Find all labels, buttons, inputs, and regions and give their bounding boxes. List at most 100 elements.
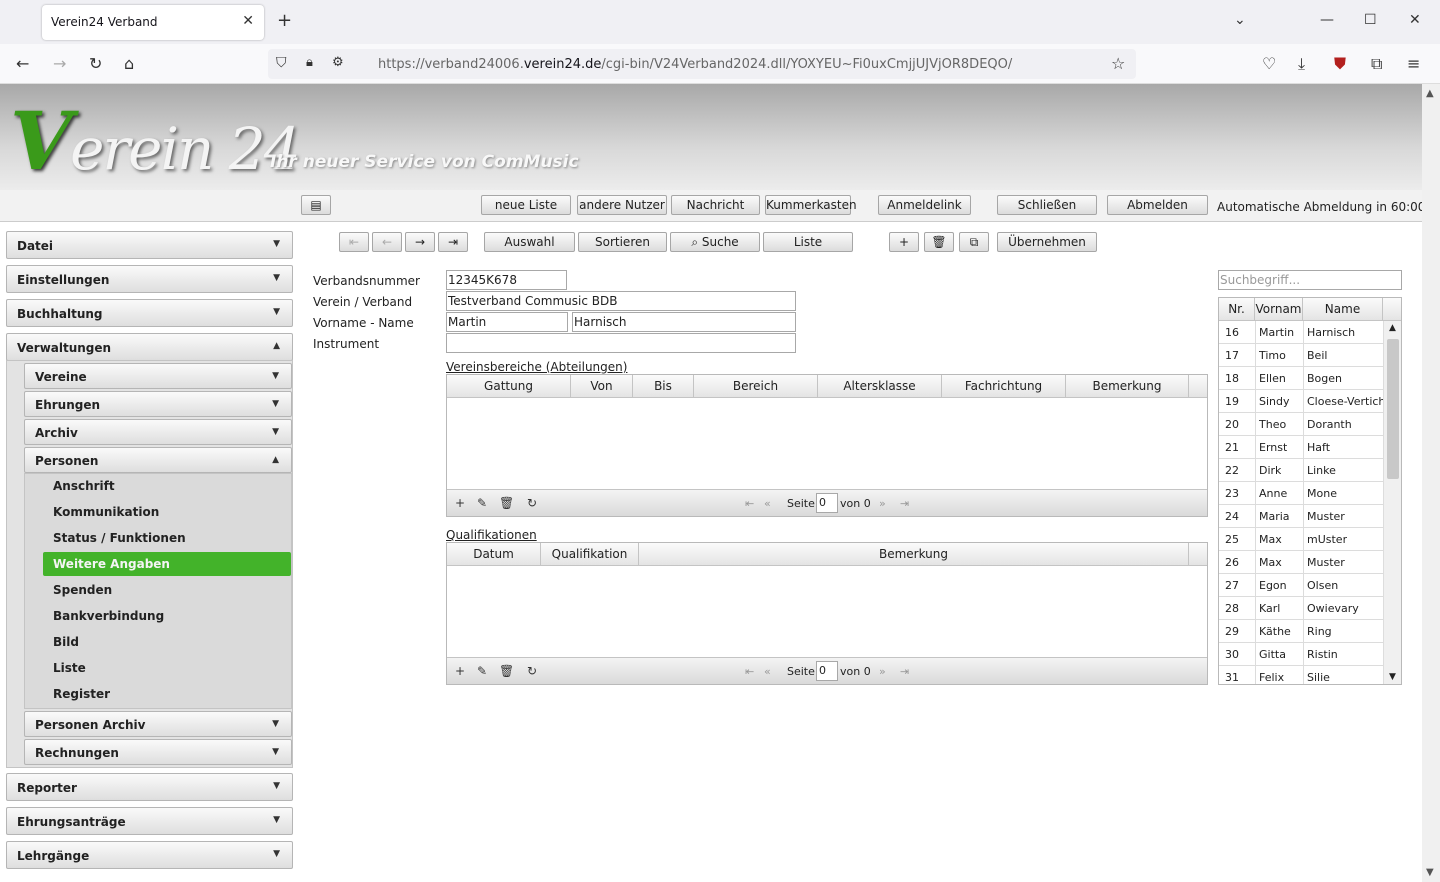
- menu-lehrgaenge[interactable]: Lehrgänge ▼: [6, 841, 293, 869]
- menu-ehrungen[interactable]: Ehrungen ▼: [24, 391, 292, 417]
- column-header[interactable]: Gattung: [447, 375, 571, 397]
- column-header[interactable]: Fachrichtung: [942, 375, 1066, 397]
- vereinsbereiche-title[interactable]: Vereinsbereiche (Abteilungen): [446, 360, 627, 374]
- first-page-icon[interactable]: ⇤: [745, 665, 754, 678]
- suche-button[interactable]: ⌕ Suche: [670, 232, 760, 252]
- menu-personen-archiv[interactable]: Personen Archiv ▼: [24, 711, 292, 737]
- browser-tab[interactable]: Verein24 Verband ✕: [42, 5, 264, 40]
- bookmark-star-icon[interactable]: ☆: [1111, 54, 1125, 73]
- neue-liste-button[interactable]: neue Liste: [481, 195, 571, 215]
- sidebar-item-kommunikation[interactable]: Kommunikation: [53, 505, 159, 519]
- new-tab-icon[interactable]: +: [277, 10, 292, 31]
- table-row[interactable]: 22 Dirk Linke: [1219, 459, 1383, 482]
- sidebar-item-status-funktionen[interactable]: Status / Funktionen: [53, 531, 186, 545]
- sidebar-item-bild[interactable]: Bild: [53, 635, 79, 649]
- table-row[interactable]: 20 Theo Doranth: [1219, 413, 1383, 436]
- page-input[interactable]: 0: [816, 493, 838, 513]
- kummerkasten-button[interactable]: Kummerkasten: [765, 195, 857, 215]
- menu-einstellungen[interactable]: Einstellungen ▼: [6, 265, 293, 293]
- prev-page-icon[interactable]: «: [764, 665, 771, 678]
- column-header[interactable]: Bis: [633, 375, 694, 397]
- menu-datei[interactable]: Datei ▼: [6, 231, 293, 259]
- edit-icon[interactable]: ✎: [477, 664, 487, 678]
- reload-icon[interactable]: ↻: [89, 54, 102, 73]
- anmeldelink-button[interactable]: Anmeldelink: [878, 195, 971, 215]
- url-bar[interactable]: ⛉ 🔒︎ ⚙ https://verband24006.verein24.de/…: [268, 49, 1136, 79]
- sidebar-item-weitere-angaben[interactable]: Weitere Angaben: [43, 552, 291, 576]
- column-header[interactable]: Nr.: [1219, 298, 1255, 320]
- verbandsnummer-field[interactable]: 12345K678: [446, 270, 567, 290]
- liste-button[interactable]: Liste: [763, 232, 853, 252]
- trash-icon[interactable]: 🗑︎: [499, 496, 514, 510]
- list-scrollbar[interactable]: ▲ ▼: [1383, 321, 1401, 684]
- home-icon[interactable]: ⌂: [124, 54, 134, 73]
- scroll-down-icon[interactable]: ▼: [1426, 867, 1434, 878]
- add-record-button[interactable]: +: [889, 232, 919, 252]
- menu-reporter[interactable]: Reporter ▼: [6, 773, 293, 801]
- edit-icon[interactable]: ✎: [477, 496, 487, 510]
- table-row[interactable]: 25 Max mUster: [1219, 528, 1383, 551]
- delete-record-button[interactable]: 🗑︎: [924, 232, 954, 252]
- sidebar-item-register[interactable]: Register: [53, 687, 110, 701]
- sidebar-toggle-button[interactable]: ▤: [301, 195, 331, 215]
- column-header[interactable]: Datum: [447, 543, 541, 565]
- menu-verwaltungen[interactable]: Verwaltungen ▲: [6, 333, 293, 361]
- scroll-down-icon[interactable]: ▼: [1389, 672, 1396, 682]
- table-row[interactable]: 24 Maria Muster: [1219, 505, 1383, 528]
- table-row[interactable]: 28 Karl Owievary: [1219, 597, 1383, 620]
- permissions-icon[interactable]: ⚙: [332, 55, 344, 70]
- shield-icon[interactable]: ⛉: [276, 55, 287, 71]
- table-row[interactable]: 27 Egon Olsen: [1219, 574, 1383, 597]
- column-header[interactable]: Vornam: [1255, 298, 1303, 320]
- table-row[interactable]: 18 Ellen Bogen: [1219, 367, 1383, 390]
- instrument-field[interactable]: [446, 333, 796, 353]
- refresh-icon[interactable]: ↻: [527, 664, 537, 678]
- column-header[interactable]: Altersklasse: [818, 375, 942, 397]
- trash-icon[interactable]: 🗑︎: [499, 664, 514, 678]
- table-row[interactable]: 21 Ernst Haft: [1219, 436, 1383, 459]
- last-page-icon[interactable]: ⇥: [900, 665, 909, 678]
- last-page-icon[interactable]: ⇥: [900, 497, 909, 510]
- menu-rechnungen[interactable]: Rechnungen ▼: [24, 739, 292, 765]
- andere-nutzer-button[interactable]: andere Nutzer: [577, 195, 667, 215]
- nachname-field[interactable]: Harnisch: [572, 312, 796, 332]
- sidebar-item-bankverbindung[interactable]: Bankverbindung: [53, 609, 164, 623]
- column-header[interactable]: Bemerkung: [639, 543, 1189, 565]
- maximize-icon[interactable]: ☐: [1364, 12, 1377, 28]
- vorname-field[interactable]: Martin: [446, 312, 568, 332]
- sidebar-item-spenden[interactable]: Spenden: [53, 583, 112, 597]
- prev-record-button[interactable]: ←: [372, 232, 402, 252]
- menu-personen[interactable]: Personen ▲: [24, 447, 292, 473]
- tab-list-icon[interactable]: ⌄: [1234, 12, 1246, 28]
- menu-buchhaltung[interactable]: Buchhaltung ▼: [6, 299, 293, 327]
- last-record-button[interactable]: ⇥: [438, 232, 468, 252]
- table-row[interactable]: 29 Käthe Ring: [1219, 620, 1383, 643]
- column-header[interactable]: Von: [571, 375, 633, 397]
- qualifikationen-title[interactable]: Qualifikationen: [446, 528, 537, 542]
- table-row[interactable]: 17 Timo Beil: [1219, 344, 1383, 367]
- scroll-up-icon[interactable]: ▲: [1426, 88, 1434, 99]
- ublock-icon[interactable]: ⛊: [1334, 54, 1346, 74]
- menu-vereine[interactable]: Vereine ▼: [24, 363, 292, 389]
- download-icon[interactable]: ⤓: [1298, 54, 1305, 74]
- menu-ehrungsantraege[interactable]: Ehrungsanträge ▼: [6, 807, 293, 835]
- add-icon[interactable]: +: [455, 664, 465, 678]
- close-window-icon[interactable]: ✕: [1409, 12, 1421, 28]
- next-record-button[interactable]: →: [405, 232, 435, 252]
- table-row[interactable]: 19 Sindy Cloese-Vertich: [1219, 390, 1385, 413]
- next-page-icon[interactable]: »: [879, 665, 886, 678]
- back-icon[interactable]: ←: [16, 54, 29, 73]
- minimize-icon[interactable]: —: [1320, 12, 1334, 28]
- prev-page-icon[interactable]: «: [764, 497, 771, 510]
- extensions-icon[interactable]: ⧉: [1371, 54, 1382, 74]
- sidebar-item-anschrift[interactable]: Anschrift: [53, 479, 115, 493]
- menu-icon[interactable]: ≡: [1407, 54, 1420, 73]
- refresh-icon[interactable]: ↻: [527, 496, 537, 510]
- table-row[interactable]: 16 Martin Harnisch: [1219, 321, 1383, 344]
- forward-icon[interactable]: →: [53, 54, 66, 73]
- menu-archiv[interactable]: Archiv ▼: [24, 419, 292, 445]
- verein24-logo[interactable]: Verein 24: [10, 94, 301, 188]
- column-header[interactable]: Bemerkung: [1066, 375, 1189, 397]
- search-input[interactable]: Suchbegriff...: [1218, 270, 1402, 290]
- table-row[interactable]: 31 Felix Silie: [1219, 666, 1383, 684]
